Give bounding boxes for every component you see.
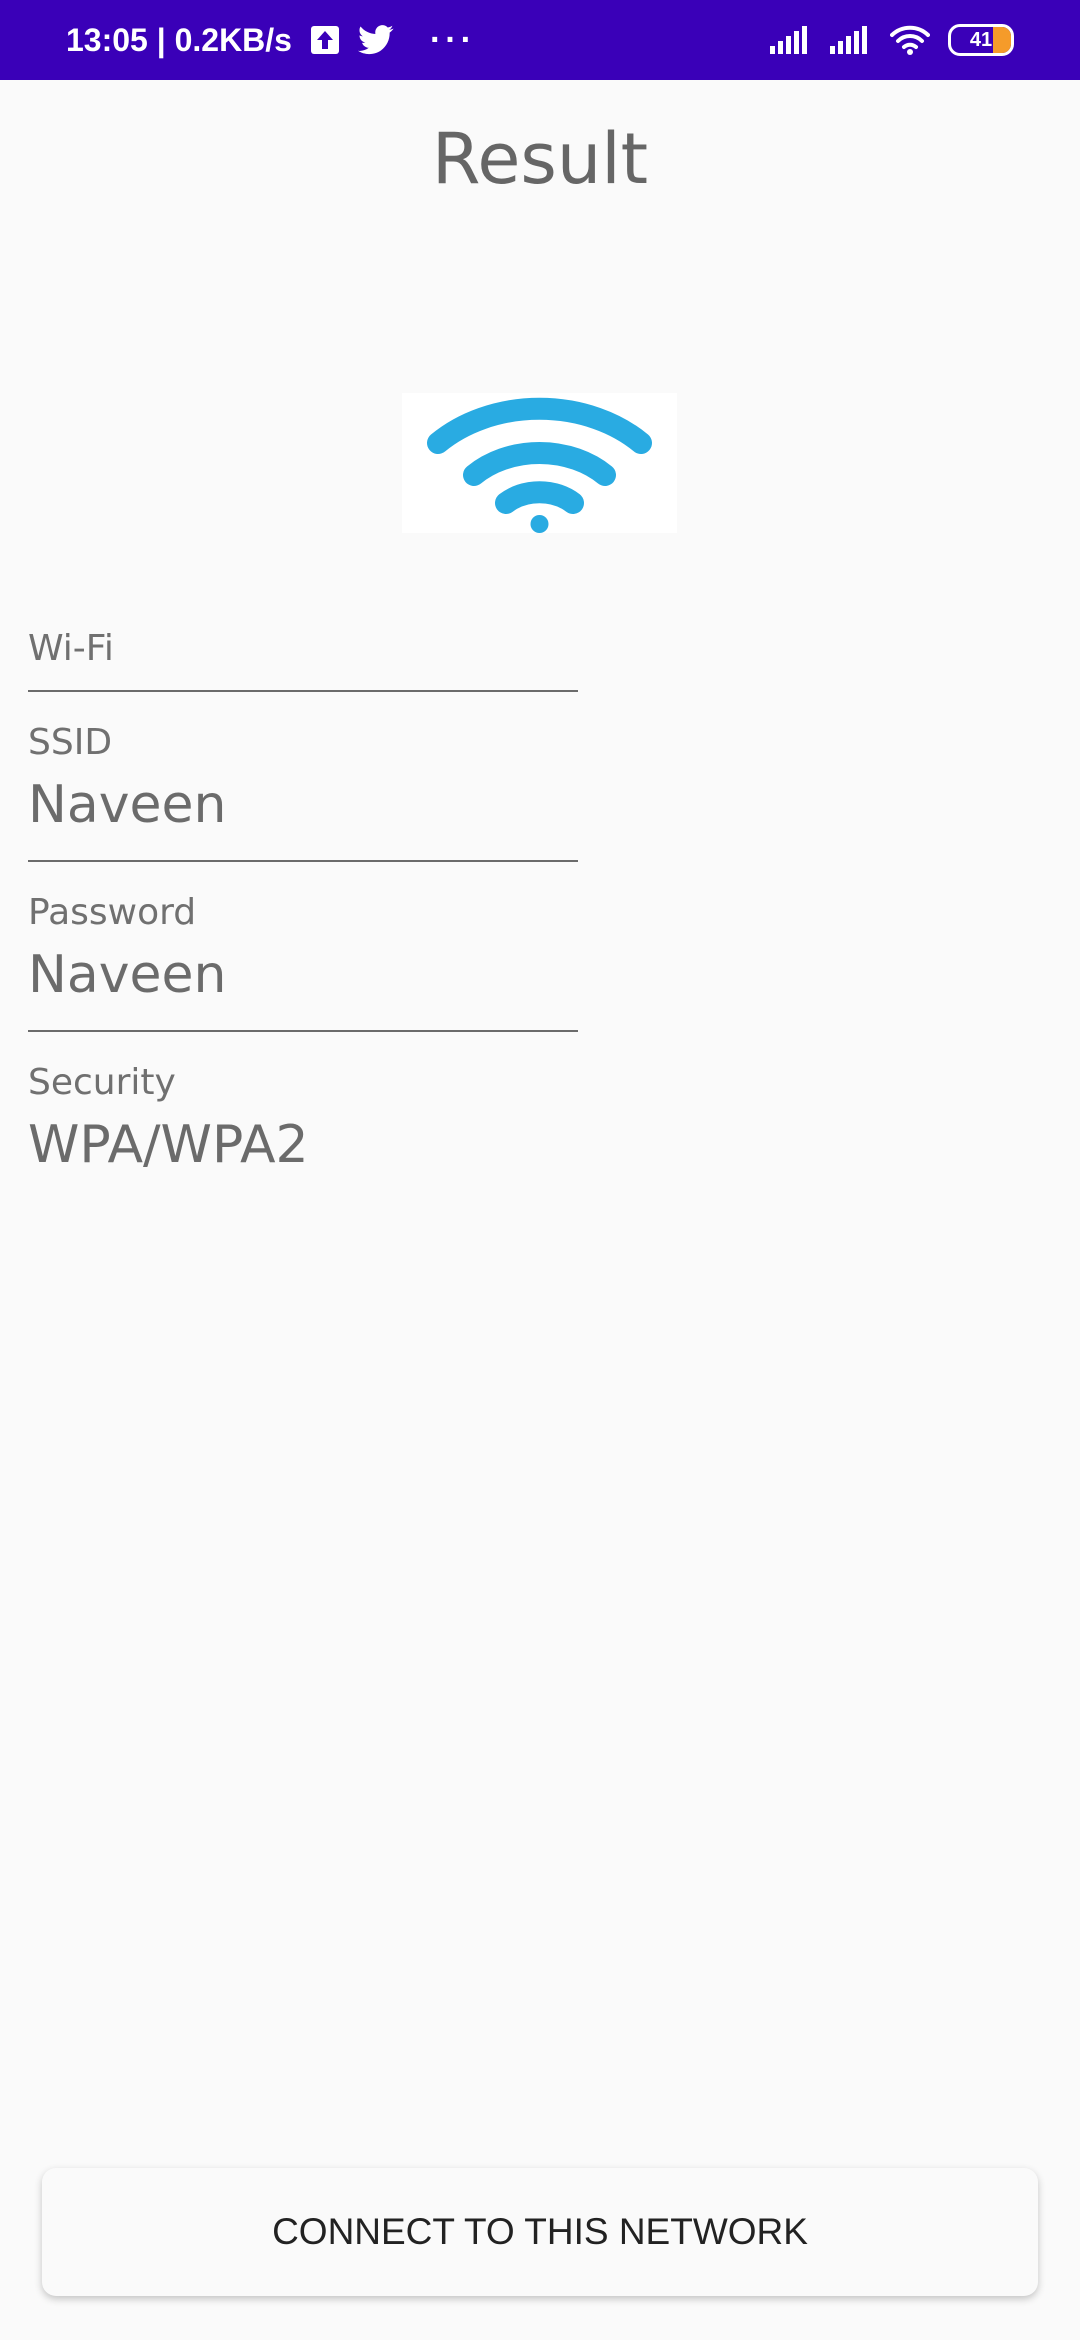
overflow-indicator: ··· [429,20,476,59]
battery-level: 41 [969,28,993,51]
divider [28,1030,578,1032]
status-bar: 13:05 | 0.2KB/s ··· 41 [0,0,1080,80]
wifi-icon [890,25,930,55]
type-field: Wi-Fi [28,628,578,692]
password-label: Password [28,892,197,933]
ssid-field: SSID Naveen [28,722,578,862]
status-bar-right: 41 [770,24,1014,56]
twitter-icon [357,25,394,55]
battery-icon: 41 [948,24,1014,56]
divider [28,690,578,692]
security-field: Security WPA/WPA2 [28,1062,578,1192]
status-bar-left: 13:05 | 0.2KB/s ··· [66,21,476,60]
status-time-speed: 13:05 | 0.2KB/s [66,21,292,58]
wifi-icon [402,393,677,533]
page-title: Result [431,118,649,200]
type-label: Wi-Fi [28,628,114,669]
password-field: Password Naveen [28,892,578,1032]
connect-button[interactable]: CONNECT TO THIS NETWORK [42,2168,1038,2296]
ssid-label: SSID [28,722,113,763]
signal-icon [770,26,812,54]
divider [28,860,578,862]
ssid-value: Naveen [28,775,227,835]
security-label: Security [28,1062,176,1103]
security-value: WPA/WPA2 [28,1115,309,1175]
upload-icon [310,25,340,55]
signal-icon [830,26,872,54]
password-value: Naveen [28,945,227,1005]
